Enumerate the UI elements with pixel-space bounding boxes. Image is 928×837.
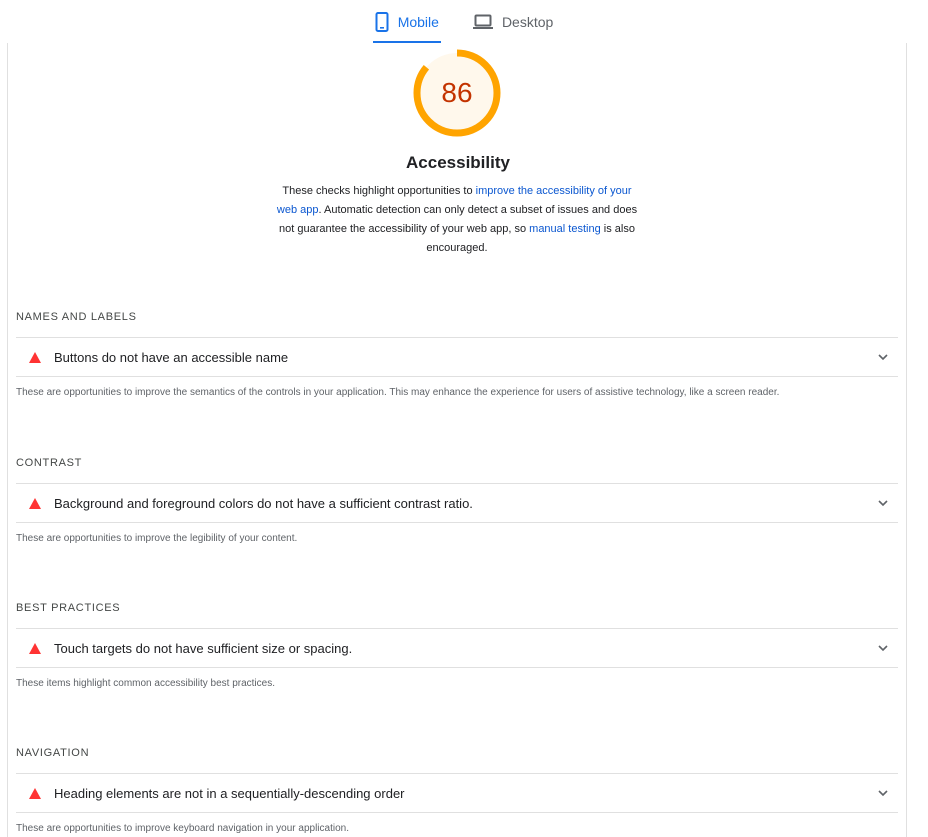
chevron-down-icon — [878, 790, 888, 797]
chevron-down-icon — [878, 500, 888, 507]
group-header: NAVIGATION — [16, 747, 90, 759]
audit-title: Buttons do not have an accessible name — [54, 349, 289, 365]
phone-icon — [375, 11, 389, 32]
category-description: These checks highlight opportunities to … — [271, 182, 643, 258]
tab-desktop-label: Desktop — [501, 13, 554, 30]
score-value: 86 — [441, 77, 473, 108]
group-header: NAMES AND LABELS — [16, 311, 137, 323]
fail-triangle-icon — [29, 497, 41, 509]
audit-row[interactable]: Touch targets do not have sufficient siz… — [16, 628, 898, 668]
tab-mobile[interactable]: Mobile — [372, 0, 442, 43]
audit-row[interactable]: Heading elements are not in a sequential… — [16, 773, 898, 813]
tab-desktop[interactable]: Desktop — [471, 0, 555, 43]
group-header: BEST PRACTICES — [16, 602, 121, 614]
audit-title: Touch targets do not have sufficient siz… — [54, 640, 353, 656]
fail-triangle-icon — [29, 642, 41, 654]
group-description: These are opportunities to improve keybo… — [16, 823, 349, 834]
fail-triangle-icon — [29, 351, 41, 363]
audit-group-contrast: CONTRAST Background and foreground color… — [16, 453, 898, 546]
group-description: These are opportunities to improve the s… — [16, 387, 780, 398]
group-description: These items highlight common accessibili… — [16, 678, 275, 689]
device-tabs: Mobile Desktop — [0, 0, 928, 43]
score-gauge: 86 — [411, 47, 503, 139]
manual-testing-link[interactable]: manual testing — [529, 223, 601, 235]
chevron-down-icon — [878, 354, 888, 361]
report-page: Mobile Desktop 86 Accessibility These ch… — [0, 0, 928, 837]
fail-triangle-icon — [29, 787, 41, 799]
audit-row[interactable]: Background and foreground colors do not … — [16, 483, 898, 523]
audit-row[interactable]: Buttons do not have an accessible name — [16, 337, 898, 377]
category-title: Accessibility — [406, 153, 510, 172]
audit-group-best-practices: BEST PRACTICES Touch targets do not have… — [16, 598, 898, 691]
laptop-icon — [472, 14, 493, 29]
category-description-text: These checks highlight opportunities to — [282, 185, 476, 197]
tab-mobile-label: Mobile — [397, 13, 439, 30]
group-header: CONTRAST — [16, 457, 83, 469]
audit-title: Heading elements are not in a sequential… — [54, 785, 405, 801]
chevron-down-icon — [878, 645, 888, 652]
report-panel: 86 Accessibility These checks highlight … — [7, 43, 907, 837]
audit-title: Background and foreground colors do not … — [54, 495, 473, 511]
group-description: These are opportunities to improve the l… — [16, 533, 298, 544]
audit-group-names-labels: NAMES AND LABELS Buttons do not have an … — [16, 307, 898, 400]
audit-group-navigation: NAVIGATION Heading elements are not in a… — [16, 743, 898, 836]
